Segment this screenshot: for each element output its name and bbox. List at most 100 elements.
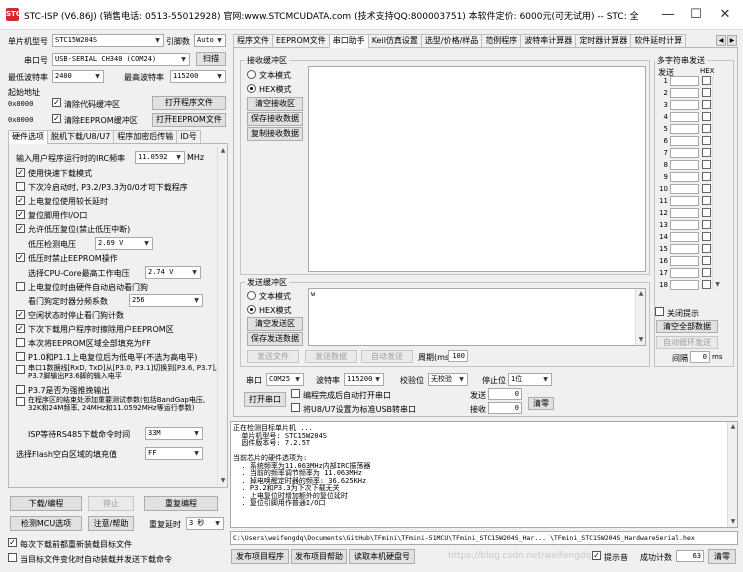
option-checkbox[interactable]: ✓ [16,253,25,262]
save-recv-button[interactable]: 保存接收数据 [247,112,303,126]
option-checkbox[interactable] [16,385,25,394]
isp-wait-select[interactable]: 33M ▼ [145,427,203,440]
option-checkbox[interactable] [16,352,25,361]
multi-hex-checkbox[interactable] [702,172,711,181]
tab-program-file[interactable]: 程序文件 [233,34,273,47]
cpu-voltage-select[interactable]: 2.74 V ▼ [145,266,201,279]
multi-hex-checkbox[interactable] [702,184,711,193]
log-scrollbar[interactable]: ▲ ▼ [727,422,737,527]
multi-hex-checkbox[interactable] [702,208,711,217]
option-checkbox[interactable] [16,282,25,291]
multi-string-input[interactable] [670,124,699,134]
multi-hex-checkbox[interactable] [702,244,711,253]
parity-select[interactable]: 无校验 ▼ [428,373,468,386]
multi-hex-checkbox[interactable] [702,160,711,169]
recv-text-mode-radio[interactable] [247,70,256,79]
send-hex-mode-radio[interactable] [247,305,256,314]
help-button[interactable]: 注意/帮助 [88,516,134,531]
tab-encrypt[interactable]: 程序加密后传输 [113,130,178,143]
clear-all-button[interactable]: 清空全部数据 [656,320,718,333]
option-checkbox[interactable] [16,397,25,406]
auto-open-checkbox[interactable] [291,389,300,398]
tab-selection[interactable]: 选型/价格/样品 [420,34,483,47]
period-input[interactable]: 100 [448,350,468,362]
open-program-button[interactable]: 打开程序文件 [152,96,226,110]
reload-checkbox[interactable]: ✓ [8,538,17,547]
copy-recv-button[interactable]: 复制接收数据 [247,127,303,141]
clear-code-checkbox[interactable]: ✓ [52,98,61,107]
multi-hex-checkbox[interactable] [702,148,711,157]
option-checkbox[interactable]: ✓ [16,324,25,333]
close-icon[interactable]: ✕ [712,5,738,25]
multi-string-input[interactable] [670,160,699,170]
multi-hex-checkbox[interactable] [702,232,711,241]
scan-button[interactable]: 扫描 [196,52,226,66]
detect-mcu-button[interactable]: 检测MCU选项 [10,516,82,531]
tab-id[interactable]: ID号 [176,130,201,143]
tab-examples[interactable]: 范例程序 [481,34,522,47]
option-row[interactable]: 串口1数据线[RxD, TxD]从[P3.0, P3.1]切换到[P3.6, P… [16,364,217,382]
recv-hex-mode-radio[interactable] [247,84,256,93]
tab-offline[interactable]: 脱机下载/U8/U7 [47,130,115,143]
multi-string-input[interactable] [670,172,699,182]
option-checkbox[interactable] [16,365,25,374]
multi-string-input[interactable] [670,112,699,122]
maximize-icon[interactable]: ☐ [683,5,709,25]
multi-string-input[interactable] [670,244,699,254]
auto-cycle-button[interactable]: 自动循环发送 [656,336,718,349]
tab-timer-calc[interactable]: 定时器计算器 [575,34,632,47]
wdt-div-select[interactable]: 256 ▼ [129,294,203,307]
send-text-mode-radio[interactable] [247,291,256,300]
multi-string-input[interactable] [670,76,699,86]
multi-string-input[interactable] [670,268,699,278]
multi-string-input[interactable] [670,208,699,218]
multi-string-input[interactable] [670,88,699,98]
option-checkbox[interactable] [16,182,25,191]
port-select[interactable]: USB-SERIAL CH340 (COM24) ▼ [52,53,190,66]
send-data-button[interactable]: 发送数据 [305,350,357,363]
open-port-button[interactable]: 打开串口 [244,392,286,407]
freq-select[interactable]: 11.0592 ▼ [135,151,185,164]
multi-hex-checkbox[interactable] [702,100,711,109]
clear-eeprom-checkbox[interactable]: ✓ [52,114,61,123]
multi-string-input[interactable] [670,220,699,230]
clear-recv-button[interactable]: 清空接收区 [247,97,303,111]
multi-hex-checkbox[interactable] [702,256,711,265]
tab-hardware[interactable]: 硬件选项 [8,130,48,144]
option-checkbox[interactable]: ✓ [16,224,25,233]
recv-textarea[interactable] [308,66,646,272]
multi-string-input[interactable] [670,280,699,290]
close-tip-checkbox[interactable] [655,307,664,316]
options-scrollbar[interactable]: ▲ ▼ [217,146,227,486]
multi-string-input[interactable] [670,256,699,266]
file-path-field[interactable]: C:\Users\weifengdq\Documents\GitHub\TFmi… [230,531,738,545]
serial-port-select[interactable]: COM25 ▼ [266,373,304,386]
download-button[interactable]: 下载/编程 [10,496,82,511]
option-row[interactable]: 在程序区的结束处添加重要测试参数(包括BandGap电压, 32K和24M频率,… [16,396,216,424]
save-send-button[interactable]: 保存发送数据 [247,332,303,346]
multi-hex-checkbox[interactable] [702,88,711,97]
auto-send-button[interactable]: 自动发送 [361,350,413,363]
multi-hex-checkbox[interactable] [702,280,711,289]
publish-program-button[interactable]: 发布项目程序 [231,549,289,564]
tab-baud-calc[interactable]: 波特率计算器 [520,34,577,47]
multi-hex-checkbox[interactable] [702,112,711,121]
auto-send-checkbox[interactable] [8,553,17,562]
clear-send-button[interactable]: 清空发送区 [247,317,303,331]
flash-fill-select[interactable]: FF ▼ [145,447,203,460]
mcu-select[interactable]: STC15W204S ▼ [52,34,164,47]
option-checkbox[interactable]: ✓ [16,210,25,219]
lv-select[interactable]: 2.69 V ▼ [95,237,153,250]
multi-hex-checkbox[interactable] [702,124,711,133]
option-checkbox[interactable]: ✓ [16,310,25,319]
log-output[interactable]: 正在检测目标单片机 ... 单片机型号: STC15W204S 固件版本号: 7… [230,421,738,528]
multi-string-input[interactable] [670,232,699,242]
stop-button[interactable]: 停止 [88,496,134,511]
tab-next-icon[interactable]: ▶ [727,35,737,46]
open-eeprom-button[interactable]: 打开EEPROM文件 [152,113,226,127]
publish-help-button[interactable]: 发布项目帮助 [291,549,347,564]
multi-hex-checkbox[interactable] [702,196,711,205]
multi-string-input[interactable] [670,136,699,146]
tip-sound-checkbox[interactable]: ✓ [592,551,601,560]
std-usb-checkbox[interactable] [291,403,300,412]
